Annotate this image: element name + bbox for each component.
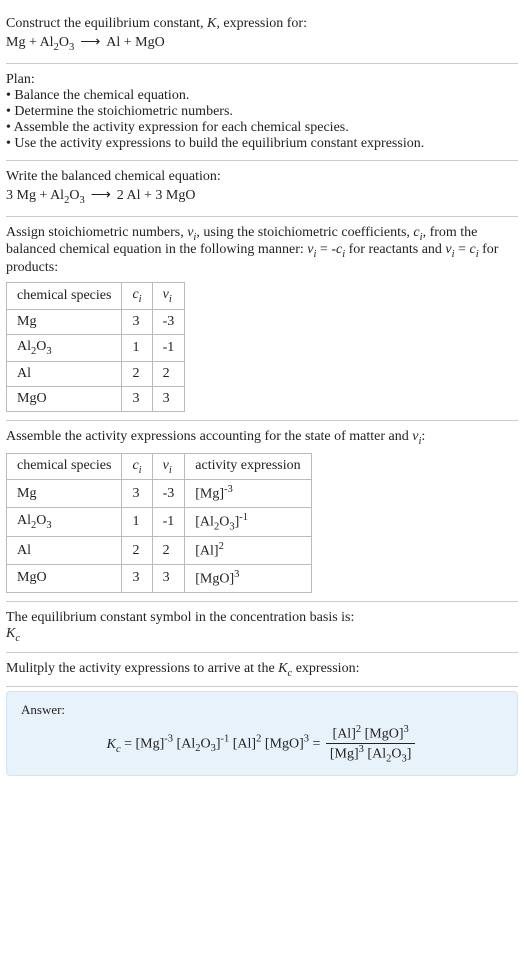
cell-vi: -3 [152,309,185,334]
cell-vi: 3 [152,565,185,593]
cell-vi: 2 [152,361,185,386]
intro-section: Construct the equilibrium constant, K, e… [6,6,518,64]
intro-equation: Mg + Al2O3⟶Al + MgO [6,34,518,53]
cell-ci: 3 [122,386,152,411]
col-vi: νi [152,283,185,310]
cell-vi: -3 [152,480,185,508]
table-header-row: chemical species ci νi activity expressi… [7,453,312,480]
cell-vi: 2 [152,537,185,565]
cell-ci: 2 [122,537,152,565]
cell-vi: 3 [152,386,185,411]
cell-species: Al [7,361,122,386]
plan-bullet: • Assemble the activity expression for e… [6,120,518,136]
cell-activity: [Al]2 [185,537,311,565]
assign-table: chemical species ci νi Mg 3 -3 Al2O3 1 -… [6,282,185,412]
activity-section: Assemble the activity expressions accoun… [6,421,518,602]
cell-species: MgO [7,386,122,411]
table-row: Mg 3 -3 [7,309,185,334]
intro-text: Construct the equilibrium constant, K, e… [6,16,518,32]
plan-bullet: • Determine the stoichiometric numbers. [6,104,518,120]
col-species: chemical species [7,283,122,310]
table-row: Al 2 2 [7,361,185,386]
cell-ci: 3 [122,480,152,508]
assign-section: Assign stoichiometric numbers, νi, using… [6,217,518,421]
balanced-section: Write the balanced chemical equation: 3 … [6,161,518,217]
symbol-section: The equilibrium constant symbol in the c… [6,602,518,653]
balanced-equation: 3 Mg + Al2O3⟶2 Al + 3 MgO [6,187,518,206]
symbol-value: Kc [6,626,518,644]
cell-vi: -1 [152,334,185,361]
plan-bullet: • Use the activity expressions to build … [6,136,518,152]
cell-ci: 1 [122,508,152,537]
table-row: MgO 3 3 [7,386,185,411]
assign-text: Assign stoichiometric numbers, νi, using… [6,225,518,277]
cell-activity: [Mg]-3 [185,480,311,508]
cell-species: Mg [7,480,122,508]
table-header-row: chemical species ci νi [7,283,185,310]
cell-species: Mg [7,309,122,334]
activity-text: Assemble the activity expressions accoun… [6,429,518,447]
table-row: Al2O3 1 -1 [Al2O3]-1 [7,508,312,537]
col-activity: activity expression [185,453,311,480]
multiply-text: Mulitply the activity expressions to arr… [6,661,518,679]
balanced-title: Write the balanced chemical equation: [6,169,518,185]
cell-species: Al2O3 [7,508,122,537]
plan-title: Plan: [6,72,518,88]
cell-ci: 2 [122,361,152,386]
col-species: chemical species [7,453,122,480]
cell-activity: [Al2O3]-1 [185,508,311,537]
answer-label: Answer: [21,702,503,718]
cell-species: MgO [7,565,122,593]
col-ci: ci [122,283,152,310]
col-vi: νi [152,453,185,480]
plan-section: Plan: • Balance the chemical equation. •… [6,64,518,161]
cell-vi: -1 [152,508,185,537]
cell-ci: 3 [122,309,152,334]
answer-equation: Kc = [Mg]-3 [Al2O3]-1 [Al]2 [MgO]3 = [Al… [21,724,503,764]
cell-species: Al2O3 [7,334,122,361]
table-row: Al 2 2 [Al]2 [7,537,312,565]
answer-box: Answer: Kc = [Mg]-3 [Al2O3]-1 [Al]2 [MgO… [6,691,518,775]
col-ci: ci [122,453,152,480]
table-row: Al2O3 1 -1 [7,334,185,361]
cell-ci: 1 [122,334,152,361]
activity-table: chemical species ci νi activity expressi… [6,453,312,593]
cell-activity: [MgO]3 [185,565,311,593]
cell-species: Al [7,537,122,565]
table-row: Mg 3 -3 [Mg]-3 [7,480,312,508]
symbol-text: The equilibrium constant symbol in the c… [6,610,518,626]
cell-ci: 3 [122,565,152,593]
plan-bullet: • Balance the chemical equation. [6,88,518,104]
table-row: MgO 3 3 [MgO]3 [7,565,312,593]
multiply-section: Mulitply the activity expressions to arr… [6,653,518,688]
